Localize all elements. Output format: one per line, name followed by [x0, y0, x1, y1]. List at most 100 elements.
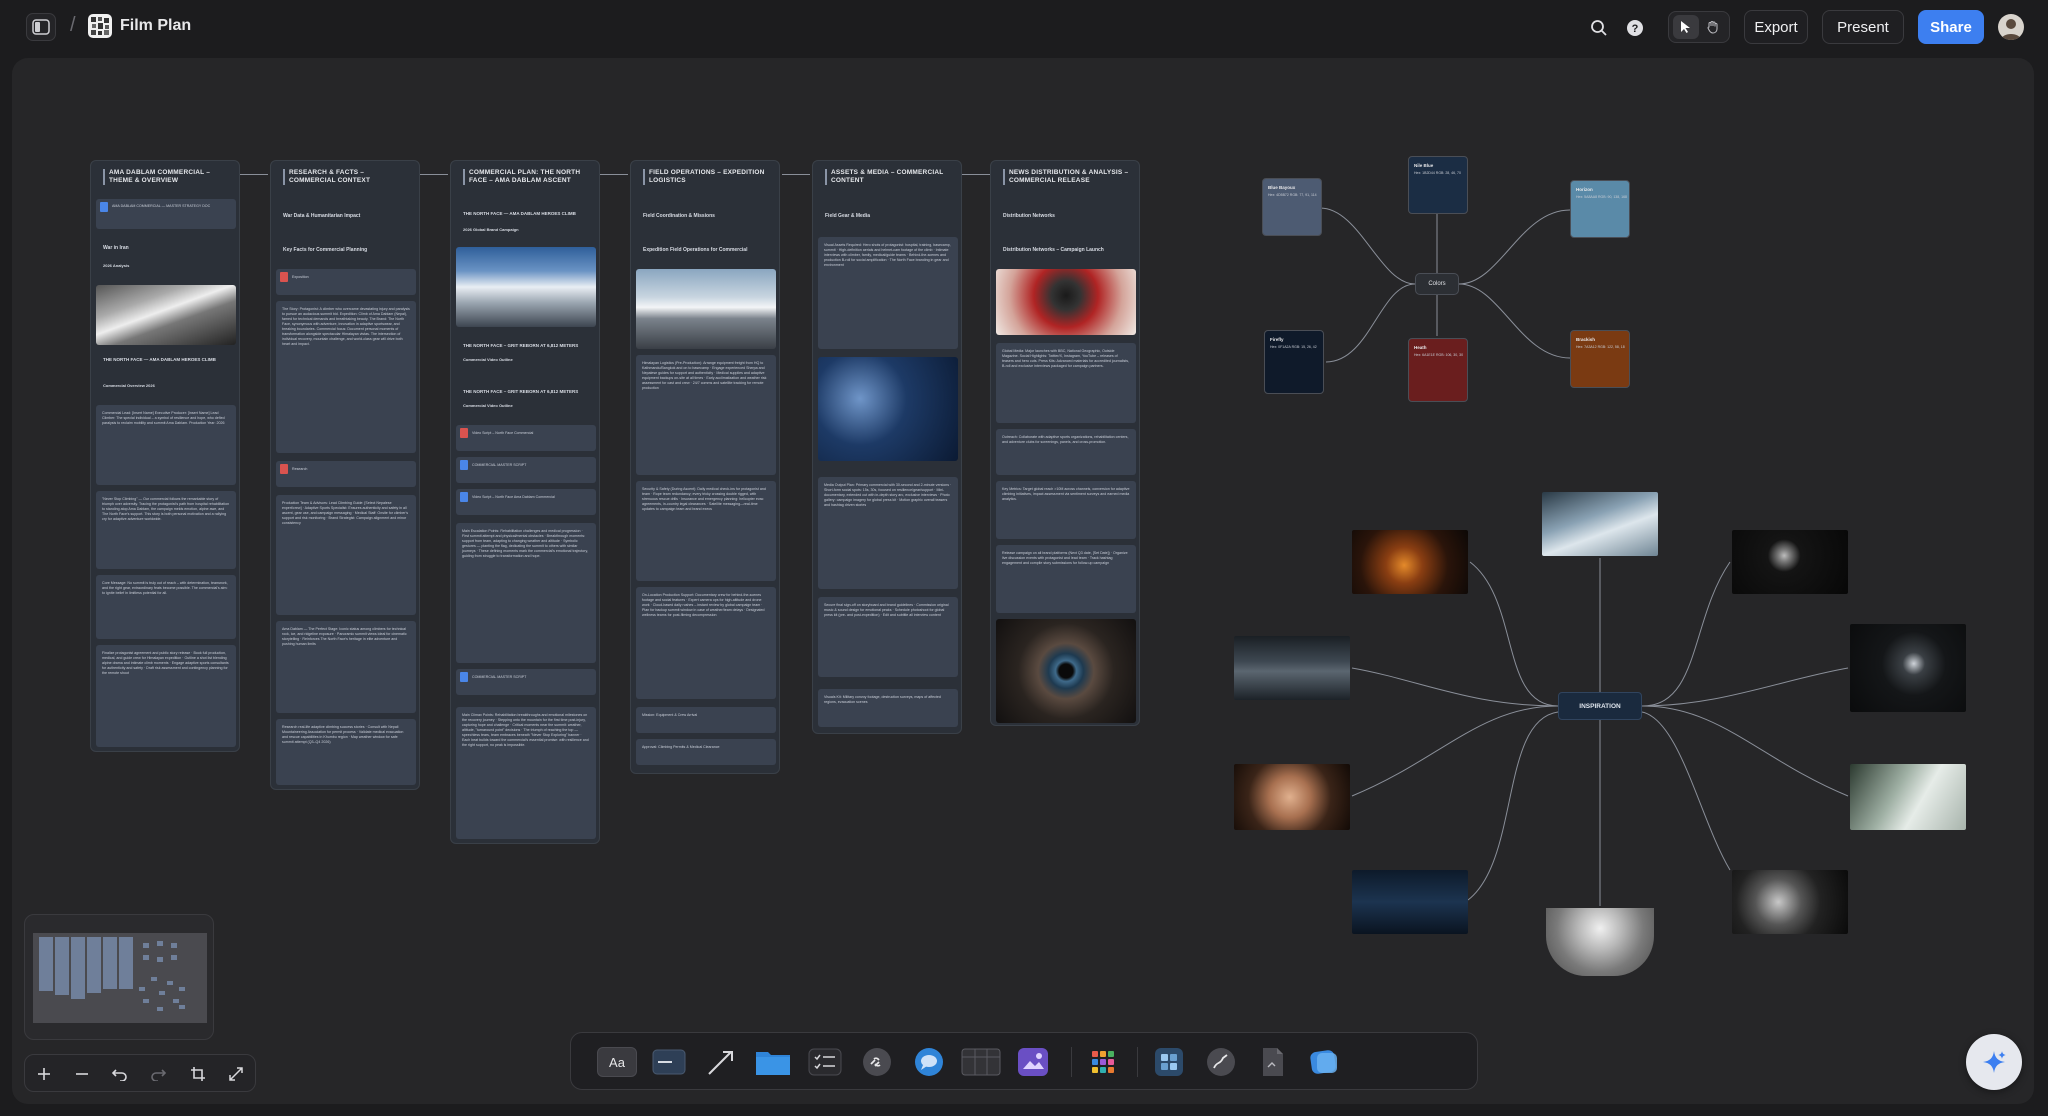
snowy-peaks-photo[interactable] [456, 247, 596, 327]
text-card[interactable]: Main Escalation Points: Rehabilitation c… [456, 523, 596, 663]
swatch-firefly[interactable]: Firefly Hex: 0F1A2A RGB: 15, 26, 42 [1264, 330, 1324, 394]
inspiration-image-lightning[interactable] [1850, 624, 1966, 712]
doc-card[interactable]: Research [276, 461, 416, 487]
inspiration-image-foggy-forest[interactable] [1850, 764, 1966, 830]
minimap-viewport[interactable] [33, 933, 207, 1023]
milestone-card[interactable]: Approval: Climbing Permits & Medical Cle… [636, 739, 776, 765]
doc-card[interactable]: Video Script – North Face Commercial [456, 425, 596, 451]
text-card[interactable]: "Never Stop Climbing" — Our commercial f… [96, 491, 236, 569]
doc-card[interactable]: COMMERCIAL MASTER SCRIPT [456, 669, 596, 695]
swatch-horizon[interactable]: Horizon Hex: 5A8AA8 RGB: 90, 138, 168 [1570, 180, 1630, 238]
apps-tool[interactable] [1083, 1045, 1123, 1079]
help-button[interactable]: ? [1622, 15, 1648, 41]
sidebar-toggle-button[interactable] [26, 13, 56, 41]
present-button[interactable]: Present [1822, 10, 1904, 44]
text-card[interactable]: Production Team & Advisors: Lead Climbin… [276, 495, 416, 615]
avatar[interactable] [1998, 14, 2024, 40]
pen-tool[interactable] [1201, 1045, 1241, 1079]
board-column-research[interactable]: RESEARCH & FACTS – COMMERCIAL CONTEXT Wa… [270, 160, 420, 790]
zoom-in-button[interactable] [29, 1059, 59, 1089]
mountain-range-photo[interactable] [636, 269, 776, 349]
snowfall-photo[interactable] [818, 357, 958, 461]
text-card[interactable]: Visuals Kit: Military convoy footage, de… [818, 689, 958, 727]
swatch-blue-bayoux[interactable]: Blue Bayoux Hex: 4D5B72 RGB: 77, 91, 114 [1262, 178, 1322, 236]
shape-icon [1310, 1050, 1337, 1074]
inspiration-image-ice-tunnel[interactable] [1546, 908, 1654, 976]
text-card[interactable]: Global Media: Major launches with BBC, N… [996, 343, 1136, 423]
text-card[interactable]: Himalayan Logistics (Pre-Production): Ar… [636, 355, 776, 475]
doc-card[interactable]: COMMERCIAL MASTER SCRIPT [456, 457, 596, 483]
inspiration-image-cave-silhouette[interactable] [1234, 764, 1350, 830]
board-column-assets-media[interactable]: ASSETS & MEDIA – COMMERCIAL CONTENT Fiel… [812, 160, 962, 734]
column-connector [962, 174, 990, 175]
checklist-card[interactable]: Finalize protagonist agreement and publi… [96, 645, 236, 747]
board-column-theme[interactable]: AMA DABLAM COMMERCIAL – THEME & OVERVIEW… [90, 160, 240, 752]
board-column-field-operations[interactable]: FIELD OPERATIONS – EXPEDITION LOGISTICS … [630, 160, 780, 774]
hand-tool-button[interactable] [1700, 15, 1726, 39]
inspiration-image-dark-blue-rain[interactable] [1352, 870, 1468, 934]
image-tool[interactable] [1013, 1045, 1053, 1079]
board-tool[interactable] [1149, 1045, 1189, 1079]
text-card[interactable]: Core Message: No summit is truly out of … [96, 575, 236, 639]
text-card[interactable]: On-Location Production Support: Document… [636, 587, 776, 699]
milestone-card[interactable]: Mission: Equipment & Crew Arrival [636, 707, 776, 733]
text-card[interactable]: Visual Assets Required: Hero shots of pr… [818, 237, 958, 349]
swatch-nile-blue[interactable]: Nile Blue Hex: 1B2D44 RGB: 28, 46, 70 [1408, 156, 1468, 214]
inspiration-image-glacier-texture[interactable] [1732, 870, 1848, 934]
text-card[interactable]: Outreach: Collaborate with adaptive spor… [996, 429, 1136, 475]
section-heading: THE NORTH FACE — AMA DABLAM HEROES CLIMB [463, 211, 576, 216]
colors-hub-node[interactable]: Colors [1415, 273, 1459, 295]
doc-card[interactable]: Exposition [276, 269, 416, 295]
zoom-out-button[interactable] [67, 1059, 97, 1089]
camera-photographer-photo[interactable] [996, 269, 1136, 335]
arrow-tool[interactable] [701, 1045, 741, 1079]
checklist-card[interactable]: Secure final sign-off on storyboard and … [818, 597, 958, 677]
table-tool[interactable] [961, 1045, 1001, 1079]
inspiration-image-astronaut[interactable] [1732, 530, 1848, 594]
swatch-brackish[interactable]: Brackish Hex: 7A3A12 RGB: 122, 58, 18 [1570, 330, 1630, 388]
folder-tool[interactable] [753, 1045, 793, 1079]
file-icon [1263, 1048, 1283, 1076]
file-tool[interactable] [1253, 1045, 1293, 1079]
inspiration-image-cave-fire[interactable] [1352, 530, 1468, 594]
search-button[interactable] [1586, 15, 1612, 41]
checklist-card[interactable]: Research real-life adaptive climbing suc… [276, 719, 416, 785]
minimap[interactable] [24, 914, 214, 1040]
checklist-tool[interactable] [805, 1045, 845, 1079]
comment-tool[interactable] [909, 1045, 949, 1079]
board-column-commercial-plan[interactable]: COMMERCIAL PLAN: THE NORTH FACE – AMA DA… [450, 160, 600, 844]
inspiration-image-rocky-water[interactable] [1234, 636, 1350, 700]
text-card[interactable]: Commercial Lead: [Insert Name] Executive… [96, 405, 236, 485]
undo-button[interactable] [105, 1059, 135, 1089]
column-connector [600, 174, 628, 175]
eye-closeup-photo[interactable] [996, 619, 1136, 723]
fullscreen-button[interactable] [221, 1059, 251, 1089]
doc-card[interactable]: AMA DABLAM COMMERCIAL — MASTER STRATEGY … [96, 199, 236, 229]
sticky-note-tool[interactable] [649, 1045, 689, 1079]
doc-card[interactable]: Video Script – North Face Ama Dablam Com… [456, 489, 596, 515]
inspiration-image-snow-slope[interactable] [1542, 492, 1658, 556]
text-card[interactable]: Security & Safety (During Ascent): Daily… [636, 481, 776, 581]
share-button[interactable]: Share [1918, 10, 1984, 44]
shape-tool[interactable] [1305, 1045, 1345, 1079]
ai-assistant-button[interactable] [1966, 1034, 2022, 1090]
text-card[interactable]: The Story: Protagonist: A climber who ov… [276, 301, 416, 453]
text-tool[interactable]: Aa [597, 1045, 637, 1079]
swatch-heath[interactable]: Heath Hex: 6A1E1E RGB: 106, 30, 30 [1408, 338, 1468, 402]
board-title[interactable]: Film Plan [120, 17, 191, 35]
text-card[interactable]: Ama Dablam — The Perfect Stage: Iconic s… [276, 621, 416, 713]
inspiration-hub-node[interactable]: INSPIRATION [1558, 692, 1642, 720]
text-card[interactable]: Key Metrics: Target global reach >10M ac… [996, 481, 1136, 539]
text-card[interactable]: Media Output Plan: Primary commercial wi… [818, 477, 958, 589]
minimap-nodes [139, 941, 185, 1011]
redo-button[interactable] [143, 1059, 173, 1089]
link-tool[interactable] [857, 1045, 897, 1079]
export-button[interactable]: Export [1744, 10, 1808, 44]
fit-to-screen-button[interactable] [183, 1059, 213, 1089]
checklist-card[interactable]: Release campaign on all brand platforms … [996, 545, 1136, 613]
board-column-distribution[interactable]: NEWS DISTRIBUTION & ANALYSIS – COMMERCIA… [990, 160, 1140, 726]
text-card[interactable]: Main Climax Points: Rehabilitation break… [456, 707, 596, 839]
mountain-climbers-photo[interactable] [96, 285, 236, 345]
undo-icon [111, 1069, 127, 1081]
select-tool-button[interactable] [1673, 15, 1699, 39]
